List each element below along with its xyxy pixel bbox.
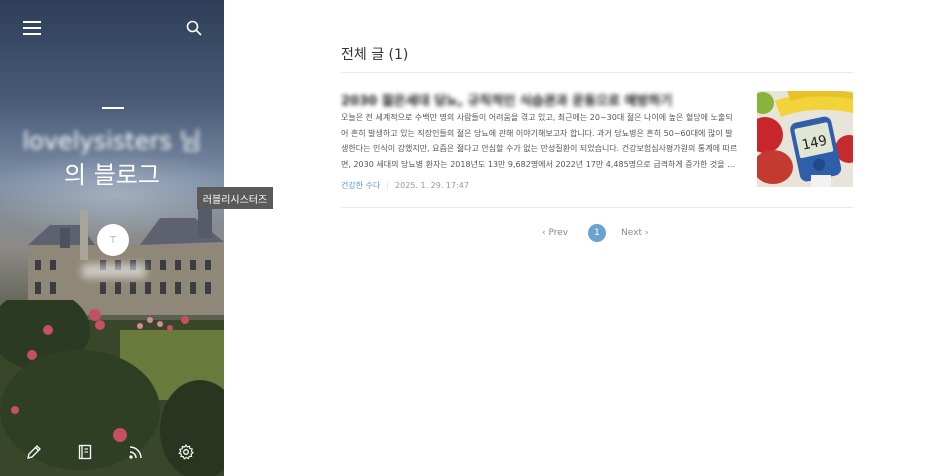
avatar[interactable]: T [97, 224, 129, 256]
sidebar: lovelysisters 님 의 블로그 T [0, 0, 224, 476]
blurred-nickname [82, 264, 146, 278]
post-date: 2025. 1. 29. 17:47 [395, 181, 469, 190]
divider [341, 72, 853, 73]
nickname-tooltip: 러블리시스터즈 [197, 187, 273, 209]
pagination: ‹ Prev 1 Next › [341, 224, 853, 244]
pencil-icon [27, 445, 41, 459]
title-dash [102, 107, 124, 109]
post-category[interactable]: 건강한 수다 [341, 181, 380, 190]
palace-illustration [28, 208, 224, 315]
chevron-right-icon: › [641, 228, 649, 238]
divider [341, 207, 853, 208]
settings-button[interactable] [174, 440, 198, 464]
next-page-button[interactable]: Next › [621, 228, 648, 238]
search-icon [186, 20, 202, 36]
rss-button[interactable] [124, 440, 148, 464]
rss-icon [129, 446, 142, 459]
post-title[interactable]: 2030 젊은세대 당뇨, 규칙적인 식습관과 운동으로 예방하기 [341, 90, 721, 109]
search-button[interactable] [182, 16, 206, 40]
prev-page-button[interactable]: ‹ Prev [542, 228, 568, 238]
post-meta: 건강한 수다 | 2025. 1. 29. 17:47 [341, 180, 469, 191]
post-thumbnail[interactable]: 149 [757, 91, 853, 187]
section-title: 전체 글 (1) [341, 47, 409, 63]
gear-icon [178, 444, 194, 460]
write-button[interactable] [22, 440, 46, 464]
book-icon [78, 444, 92, 460]
guestbook-button[interactable] [73, 440, 97, 464]
blog-title-line1[interactable]: lovelysisters 님 [0, 126, 224, 156]
menu-button[interactable] [20, 16, 44, 40]
page-number-current[interactable]: 1 [588, 224, 606, 242]
meta-separator: | [386, 181, 390, 190]
post-excerpt[interactable]: 오늘은 전 세계적으로 수백만 명의 사람들이 어려움을 겪고 있고, 최근에는… [341, 110, 739, 172]
menu-icon [23, 21, 41, 35]
blog-title-line2[interactable]: 의 블로그 [0, 160, 224, 190]
